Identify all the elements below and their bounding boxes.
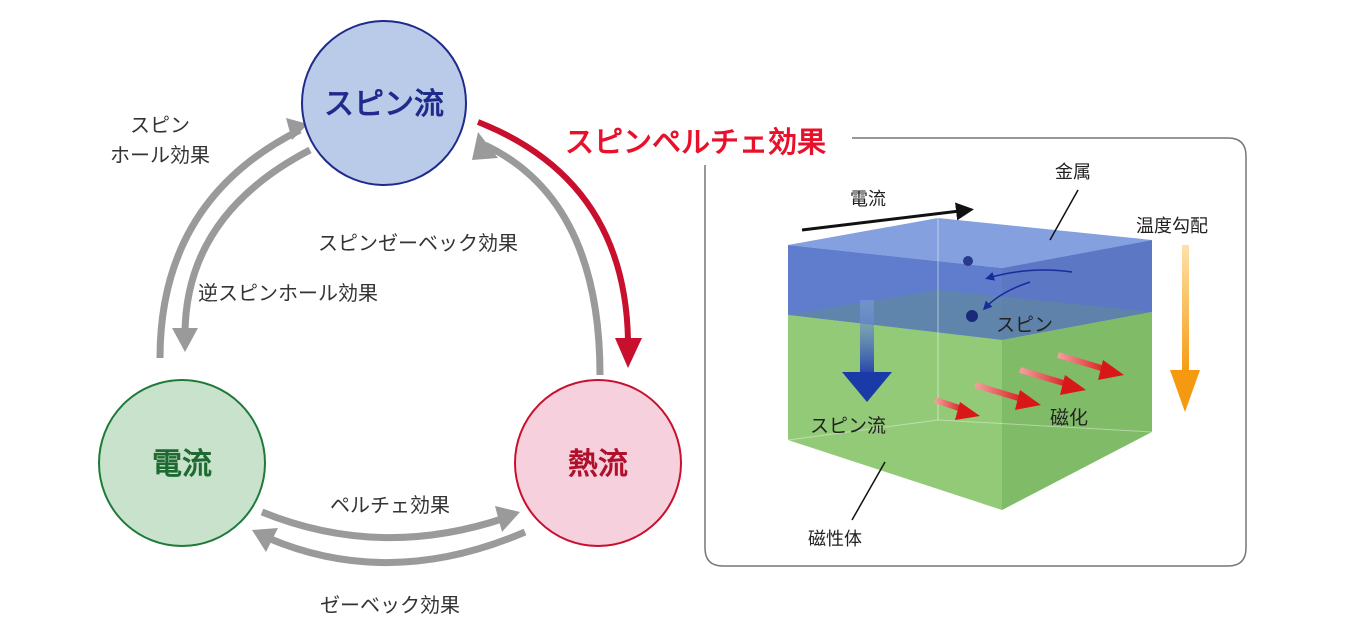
magnetization-label: 磁化 xyxy=(1050,407,1088,429)
heat-current-label: 熱流 xyxy=(568,447,628,482)
metal-label: 金属 xyxy=(1055,162,1091,183)
peltier-arrowhead xyxy=(495,506,520,532)
spin-caloritronics-diagram: スピン流 電流 熱流 スピン ホール効果 逆スピンホール効果 スピンゼーベック効… xyxy=(98,20,1247,617)
inverse-spin-hall-arrowhead xyxy=(172,328,198,352)
inverse-spin-hall-arrow xyxy=(181,146,312,336)
magnet-label: 磁性体 xyxy=(808,529,862,550)
spin-seebeck-arrow xyxy=(483,141,604,376)
spin-peltier-arrowhead xyxy=(615,338,642,368)
magnet-pointer xyxy=(851,461,886,521)
inverse-spin-hall-label: 逆スピンホール効果 xyxy=(198,281,378,305)
temperature-gradient-arrow xyxy=(1182,245,1189,375)
spin-peltier-title: スピンペルチェ効果 xyxy=(565,125,826,159)
spin-current-arrow xyxy=(860,300,874,378)
spin-current-label: スピン流 xyxy=(324,87,444,122)
charge-current-node: 電流 xyxy=(98,379,266,547)
heat-current-node: 熱流 xyxy=(514,379,682,547)
spin-seebeck-label: スピンゼーベック効果 xyxy=(318,231,518,255)
spin-label: スピン xyxy=(996,314,1053,336)
electric-current-label: 電流 xyxy=(850,189,886,210)
spin-current-inset-label: スピン流 xyxy=(810,415,886,437)
charge-current-label: 電流 xyxy=(152,447,212,482)
temperature-gradient-arrowhead xyxy=(1170,370,1200,412)
spin-hall-label-line2: ホール効果 xyxy=(110,143,210,167)
spin-current-node: スピン流 xyxy=(301,20,467,186)
temperature-gradient-label: 温度勾配 xyxy=(1136,216,1208,237)
seebeck-label: ゼーベック効果 xyxy=(320,593,460,617)
peltier-label: ペルチェ効果 xyxy=(330,493,450,517)
spin-hall-label-line1: スピン xyxy=(130,113,190,137)
